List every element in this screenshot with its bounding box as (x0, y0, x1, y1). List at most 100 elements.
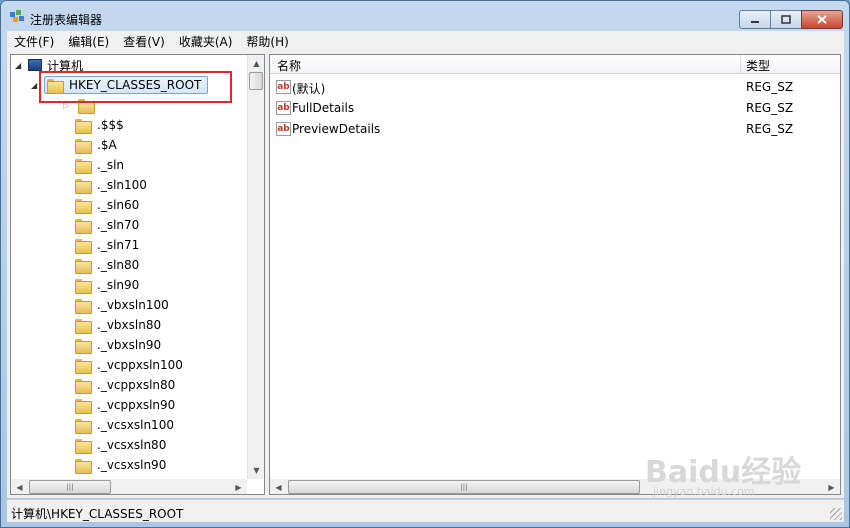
title-bar[interactable]: 注册表编辑器 (1, 1, 849, 31)
scroll-left-icon[interactable]: ◀ (11, 479, 28, 494)
folder-icon (75, 198, 92, 214)
minimize-button[interactable] (739, 10, 771, 29)
menu-favorites[interactable]: 收藏夹(A) (172, 33, 240, 50)
tree-item[interactable]: ._vcsxsln80 (75, 435, 166, 455)
string-value-icon: ab (276, 80, 291, 94)
tree-item-label: ._sln (97, 158, 125, 172)
tree-item[interactable]: ._vcppxsln80 (75, 375, 175, 395)
string-value-icon: ab (276, 122, 291, 136)
tree-item[interactable]: ._vcppxsln90 (75, 395, 175, 415)
tree-item-label: ._vbxsln80 (97, 318, 162, 332)
tree-item-label: ._vcppxsln80 (97, 378, 176, 392)
menu-help[interactable]: 帮助(H) (239, 33, 295, 50)
watermark-url: jingyan.baidu.com (653, 485, 755, 498)
folder-icon (75, 278, 92, 294)
scroll-right-icon[interactable]: ▶ (823, 479, 840, 494)
menu-file[interactable]: 文件(F) (7, 33, 61, 50)
tree-item[interactable]: ._vbxsln90 (75, 335, 161, 355)
tree-item-label: ._sln90 (97, 278, 140, 292)
column-header-type[interactable]: 类型 (746, 57, 770, 74)
tree-vscroll-thumb[interactable] (249, 72, 263, 90)
tree-item-label: .$A (97, 138, 117, 152)
tree-rows: ◢ 计算机 ◢ HKEY_CLASSES_ROOT ▷ .$$$ .$A ._sln… (11, 55, 247, 479)
folder-icon (75, 238, 92, 254)
value-name: (默认) (292, 82, 326, 96)
tree-item[interactable]: ._sln100 (75, 175, 147, 195)
tree-item-label: ._sln100 (97, 178, 147, 192)
folder-icon (75, 298, 92, 314)
tree-item-label: ._vcsxsln100 (97, 418, 174, 432)
maximize-icon (781, 15, 791, 24)
list-header: 名称 类型 (270, 55, 840, 74)
tree-item-label: ._vcsxsln90 (97, 458, 167, 472)
status-bar: 计算机\HKEY_CLASSES_ROOT (7, 499, 844, 522)
scroll-up-icon[interactable]: ▲ (248, 55, 264, 72)
tree-item-label: ._sln71 (97, 238, 140, 252)
tree-item[interactable]: ._sln71 (75, 235, 139, 255)
folder-icon (75, 218, 92, 234)
minimize-icon (751, 20, 759, 23)
folder-icon (75, 318, 92, 334)
list-hscroll-thumb[interactable]: ||| (288, 480, 640, 494)
tree-item[interactable]: .$A (75, 135, 117, 155)
scroll-left-icon[interactable]: ◀ (270, 479, 287, 494)
tree-item[interactable]: .$$$ (75, 115, 124, 135)
folder-icon (75, 158, 92, 174)
maximize-button[interactable] (770, 10, 802, 29)
list-item[interactable]: ab FullDetails REG_SZ (270, 98, 840, 119)
folder-icon (75, 338, 92, 354)
resize-grip-icon[interactable] (830, 508, 842, 520)
status-path: 计算机\HKEY_CLASSES_ROOT (11, 507, 184, 521)
tree-item-label: ._vcsxsln80 (97, 438, 167, 452)
folder-icon (75, 458, 92, 474)
tree-item-label: ._vbxsln90 (97, 338, 162, 352)
scroll-down-icon[interactable]: ▼ (248, 462, 264, 479)
tree-item-label: ._vcppxsln90 (97, 398, 176, 412)
close-button[interactable] (801, 10, 843, 29)
tree-item[interactable]: ._sln90 (75, 275, 139, 295)
folder-icon (75, 398, 92, 414)
tree-vertical-scrollbar[interactable]: ▲ ▼ (247, 55, 264, 479)
window-title: 注册表编辑器 (30, 13, 103, 27)
value-type: REG_SZ (746, 101, 794, 115)
tree-item[interactable]: ._vcsxsln90 (75, 455, 166, 475)
string-value-icon: ab (276, 101, 291, 115)
list-item[interactable]: ab (默认) REG_SZ (270, 77, 840, 98)
folder-icon (75, 438, 92, 454)
values-list[interactable]: 名称 类型 ab (默认) REG_SZ ab FullDetails REG_… (269, 54, 841, 495)
tree-item[interactable]: ._vbxsln100 (75, 295, 169, 315)
registry-tree[interactable]: ◢ 计算机 ◢ HKEY_CLASSES_ROOT ▷ .$$$ .$A ._sln… (10, 54, 265, 495)
folder-icon (75, 138, 92, 154)
close-icon (817, 15, 827, 24)
tree-item-label: ._sln80 (97, 258, 140, 272)
scroll-right-icon[interactable]: ▶ (230, 479, 247, 494)
tree-item[interactable]: ._vbxsln80 (75, 315, 161, 335)
tree-item[interactable]: ._vcsxsln100 (75, 415, 174, 435)
tree-item[interactable]: ._sln (75, 155, 124, 175)
menu-view[interactable]: 查看(V) (116, 33, 172, 50)
menu-bar: 文件(F) 编辑(E) 查看(V) 收藏夹(A) 帮助(H) (7, 31, 844, 51)
baidu-watermark: Baidu经验 jingyan.baidu.com (645, 447, 805, 498)
tree-item-label: ._sln70 (97, 218, 140, 232)
highlight-annotation-box (39, 71, 232, 103)
computer-icon (28, 59, 42, 71)
value-type: REG_SZ (746, 122, 794, 136)
tree-hscroll-thumb[interactable]: ||| (29, 480, 111, 494)
tree-item[interactable]: ._sln70 (75, 215, 139, 235)
tree-item-label: .$$$ (97, 118, 124, 132)
menu-edit[interactable]: 编辑(E) (61, 33, 116, 50)
tree-horizontal-scrollbar[interactable]: ◀ ||| ▶ (11, 479, 247, 494)
list-item[interactable]: ab PreviewDetails REG_SZ (270, 119, 840, 140)
tree-item[interactable]: ._vcppxsln100 (75, 355, 183, 375)
collapse-arrow-icon[interactable]: ◢ (15, 61, 24, 70)
tree-item[interactable]: ._sln60 (75, 195, 139, 215)
column-divider[interactable] (740, 55, 741, 74)
tree-item-label: ._vbxsln100 (97, 298, 169, 312)
column-header-name[interactable]: 名称 (277, 57, 301, 74)
folder-icon (75, 418, 92, 434)
folder-icon (75, 358, 92, 374)
regedit-app-icon (10, 10, 24, 22)
value-name: FullDetails (292, 101, 355, 115)
tree-item[interactable]: ._sln80 (75, 255, 139, 275)
value-type: REG_SZ (746, 80, 794, 94)
